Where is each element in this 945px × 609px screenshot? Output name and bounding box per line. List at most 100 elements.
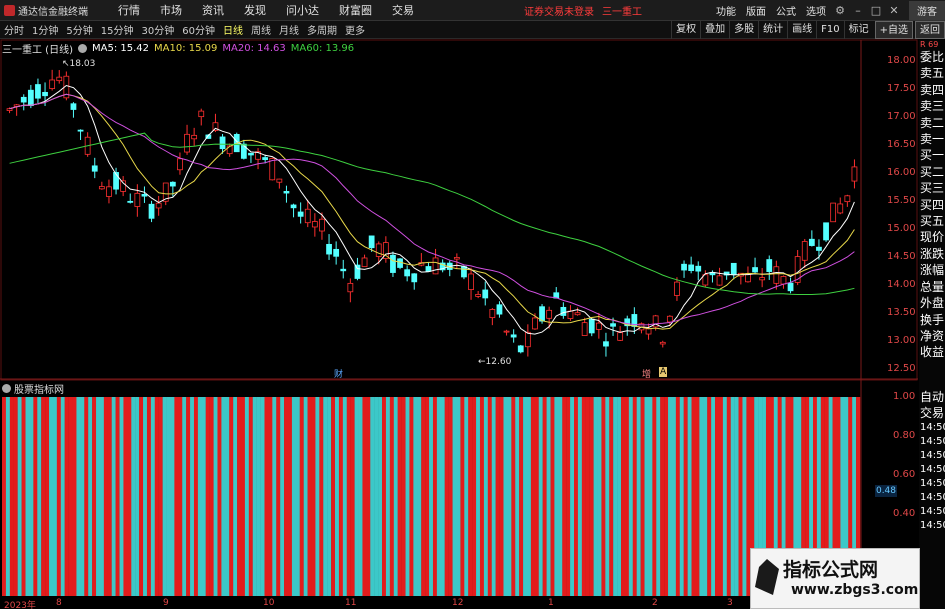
candle-body [510,334,517,338]
candle-body [162,182,169,202]
candlestick-series [6,69,858,357]
candle-body [666,315,673,323]
menu-banmian[interactable]: 版面 [741,3,771,18]
indicator-settings-icon[interactable] [2,384,11,393]
candle-body [148,203,155,219]
indicator-bar [452,397,457,596]
indicator-bar [88,397,93,596]
legend-ma60: MA60: 13.96 [290,43,355,54]
chart-legend: 三一重工 (日线) MA5: 15.42 MA10: 15.09 MA20: 1… [2,41,359,56]
settings-circle-icon[interactable] [77,44,87,53]
period-more[interactable]: 更多 [341,22,369,37]
menu-zixun[interactable]: 资讯 [192,2,234,18]
indicator-bar [601,397,606,596]
indicator-bar [276,397,281,596]
add-watchlist-button[interactable]: +自选 [874,21,913,39]
tool-tongji[interactable]: 统计 [758,21,787,39]
period-30min[interactable]: 30分钟 [137,22,178,37]
period-multi[interactable]: 多周期 [303,22,341,37]
candle-body [219,136,226,150]
indicator-bar [581,397,586,596]
indicator-bar [432,397,438,596]
candle-body [453,257,460,260]
period-15min[interactable]: 15分钟 [97,22,138,37]
menu-gongshi[interactable]: 公式 [771,3,801,18]
indicator-bar [146,397,152,596]
guest-button[interactable]: 游客 [909,1,945,20]
side-item: 卖四 [920,82,945,97]
side-item: 卖三 [920,99,945,114]
candle-body [688,264,695,271]
event-marker-cai[interactable]: 财 [333,367,344,380]
menu-shichang[interactable]: 市场 [150,2,192,18]
settings-gear-icon[interactable]: ⚙ [831,4,849,17]
period-fenshi[interactable]: 分时 [0,22,28,37]
menu-xuanxiang[interactable]: 选项 [801,3,831,18]
tool-fuquan[interactable]: 复权 [671,21,700,39]
date-tick: 9 [163,598,169,608]
side-item: 总量 [920,279,945,294]
legend-ma10: MA10: 15.09 [154,43,218,54]
chart-title: 三一重工 (日线) [2,45,73,56]
menu-caifuquan[interactable]: 财富圈 [329,2,382,18]
menu-hangqing[interactable]: 行情 [108,2,150,18]
tool-diejia[interactable]: 叠加 [700,21,729,39]
ma5-line [9,84,855,335]
candle-body [382,242,389,259]
indicator-bar [734,397,739,596]
candle-body [141,193,148,197]
indicator-bar [131,397,136,596]
indicator-bar [503,397,508,596]
menu-gongneng[interactable]: 功能 [711,3,741,18]
event-marker-zeng[interactable]: 增 [641,367,652,380]
tool-duogu[interactable]: 多股 [729,21,758,39]
candle-body [42,91,48,97]
indicator-bar [221,397,226,596]
menu-jiaoyi[interactable]: 交易 [382,2,424,18]
candle-body [84,136,91,155]
indicator-bar [52,397,58,596]
indicator-bar [9,397,14,596]
candle-body [574,312,581,316]
indicator-bar [150,397,155,596]
tool-biaoji[interactable]: 标记 [843,21,873,39]
indicator-bar [534,397,539,596]
indicator-bar [624,397,630,596]
tool-f10[interactable]: F10 [816,21,843,39]
watermark-url: www.zbgs3.com [791,582,919,598]
indicator-bar [730,397,735,596]
candle-body [269,158,276,181]
back-button[interactable]: 返回 [915,21,945,39]
indicator-bar [668,397,673,596]
indicator-bar [382,397,387,596]
tool-huaxian[interactable]: 画线 [787,21,816,39]
candle-body [375,243,382,257]
indicator-bar [715,397,720,596]
candle-body [461,266,467,278]
candle-body [127,200,134,203]
indicator-bar [554,397,559,596]
indicator-bar [491,397,496,596]
kline-chart[interactable] [0,0,945,609]
indicator-bar [123,397,128,596]
menu-faxian[interactable]: 发现 [234,2,276,18]
period-monthly[interactable]: 月线 [275,22,303,37]
maximize-icon[interactable]: □ [867,4,885,17]
period-5min[interactable]: 5分钟 [62,22,96,37]
candle-body [737,272,744,277]
candle-body [588,318,595,334]
period-1min[interactable]: 1分钟 [28,22,62,37]
indicator-bar [170,397,175,596]
candle-body [595,322,602,330]
close-icon[interactable]: ✕ [885,4,903,17]
trade-login-notice[interactable]: 证券交易未登录 [524,3,594,18]
candle-body [482,289,489,299]
minimize-icon[interactable]: – [849,4,867,17]
candle-body [560,306,567,316]
menu-wenxiaoda[interactable]: 问小达 [276,2,329,18]
event-marker-a[interactable]: A [659,367,668,377]
indicator-bar [487,397,492,596]
period-60min[interactable]: 60分钟 [178,22,219,37]
period-weekly[interactable]: 周线 [247,22,275,37]
period-daily[interactable]: 日线 [219,22,247,37]
